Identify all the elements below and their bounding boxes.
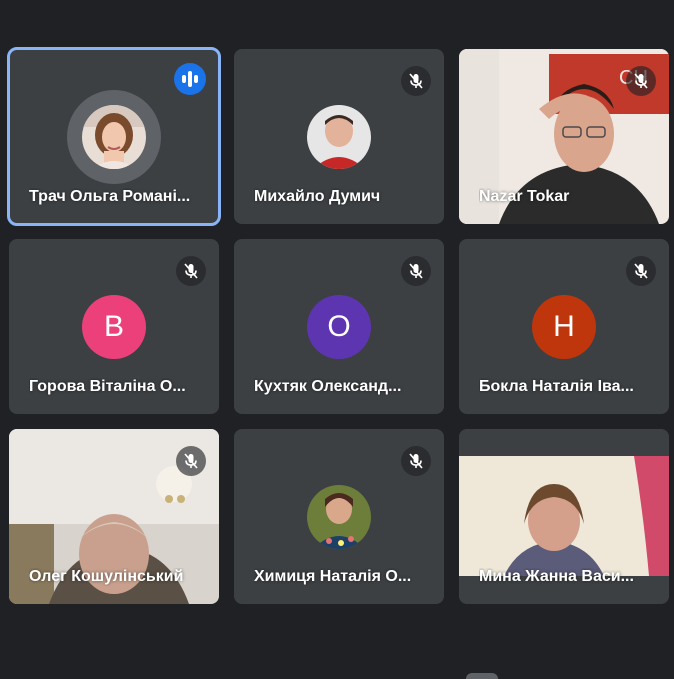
participant-name: Трач Ольга Романі... [29, 188, 191, 205]
meeting-grid: Трач Ольга Романі... Михайло Думич Nazar… [0, 0, 674, 679]
mic-off-icon [176, 446, 206, 476]
avatar [307, 485, 371, 549]
participant-name: Кухтяк Олександ... [254, 378, 402, 395]
participant-name: Бокла Наталія Іва... [479, 378, 634, 395]
mic-off-icon [626, 256, 656, 286]
participant-tile[interactable]: Трач Ольга Романі... [7, 47, 221, 226]
audio-level-icon [174, 63, 206, 95]
avatar: Н [532, 295, 596, 359]
participant-tile[interactable]: Олег Кошулінський [9, 429, 219, 604]
mic-off-icon [626, 66, 656, 96]
participant-tile[interactable]: Михайло Думич [234, 49, 444, 224]
participant-name: Химиця Наталія О... [254, 568, 412, 585]
avatar [82, 105, 146, 169]
participant-tile[interactable]: О Кухтяк Олександ... [234, 239, 444, 414]
mic-off-icon [401, 256, 431, 286]
mic-off-icon [401, 446, 431, 476]
mic-off-icon [176, 256, 206, 286]
participant-name: Мина Жанна Васи... [479, 568, 634, 585]
participant-tile[interactable]: Мина Жанна Васи... [459, 429, 669, 604]
mic-off-icon [401, 66, 431, 96]
participant-tile[interactable]: СН Nazar Tokar [459, 49, 669, 224]
participant-name: Nazar Tokar [479, 188, 570, 205]
participant-name: Олег Кошулінський [29, 568, 184, 585]
participant-tile[interactable]: В Горова Віталіна О... [9, 239, 219, 414]
avatar: О [307, 295, 371, 359]
participant-name: Михайло Думич [254, 188, 381, 205]
participant-tile[interactable]: Н Бокла Наталія Іва... [459, 239, 669, 414]
controls-handle[interactable] [466, 673, 498, 679]
participant-name: Горова Віталіна О... [29, 378, 186, 395]
participant-tile[interactable]: Химиця Наталія О... [234, 429, 444, 604]
avatar: В [82, 295, 146, 359]
avatar [307, 105, 371, 169]
